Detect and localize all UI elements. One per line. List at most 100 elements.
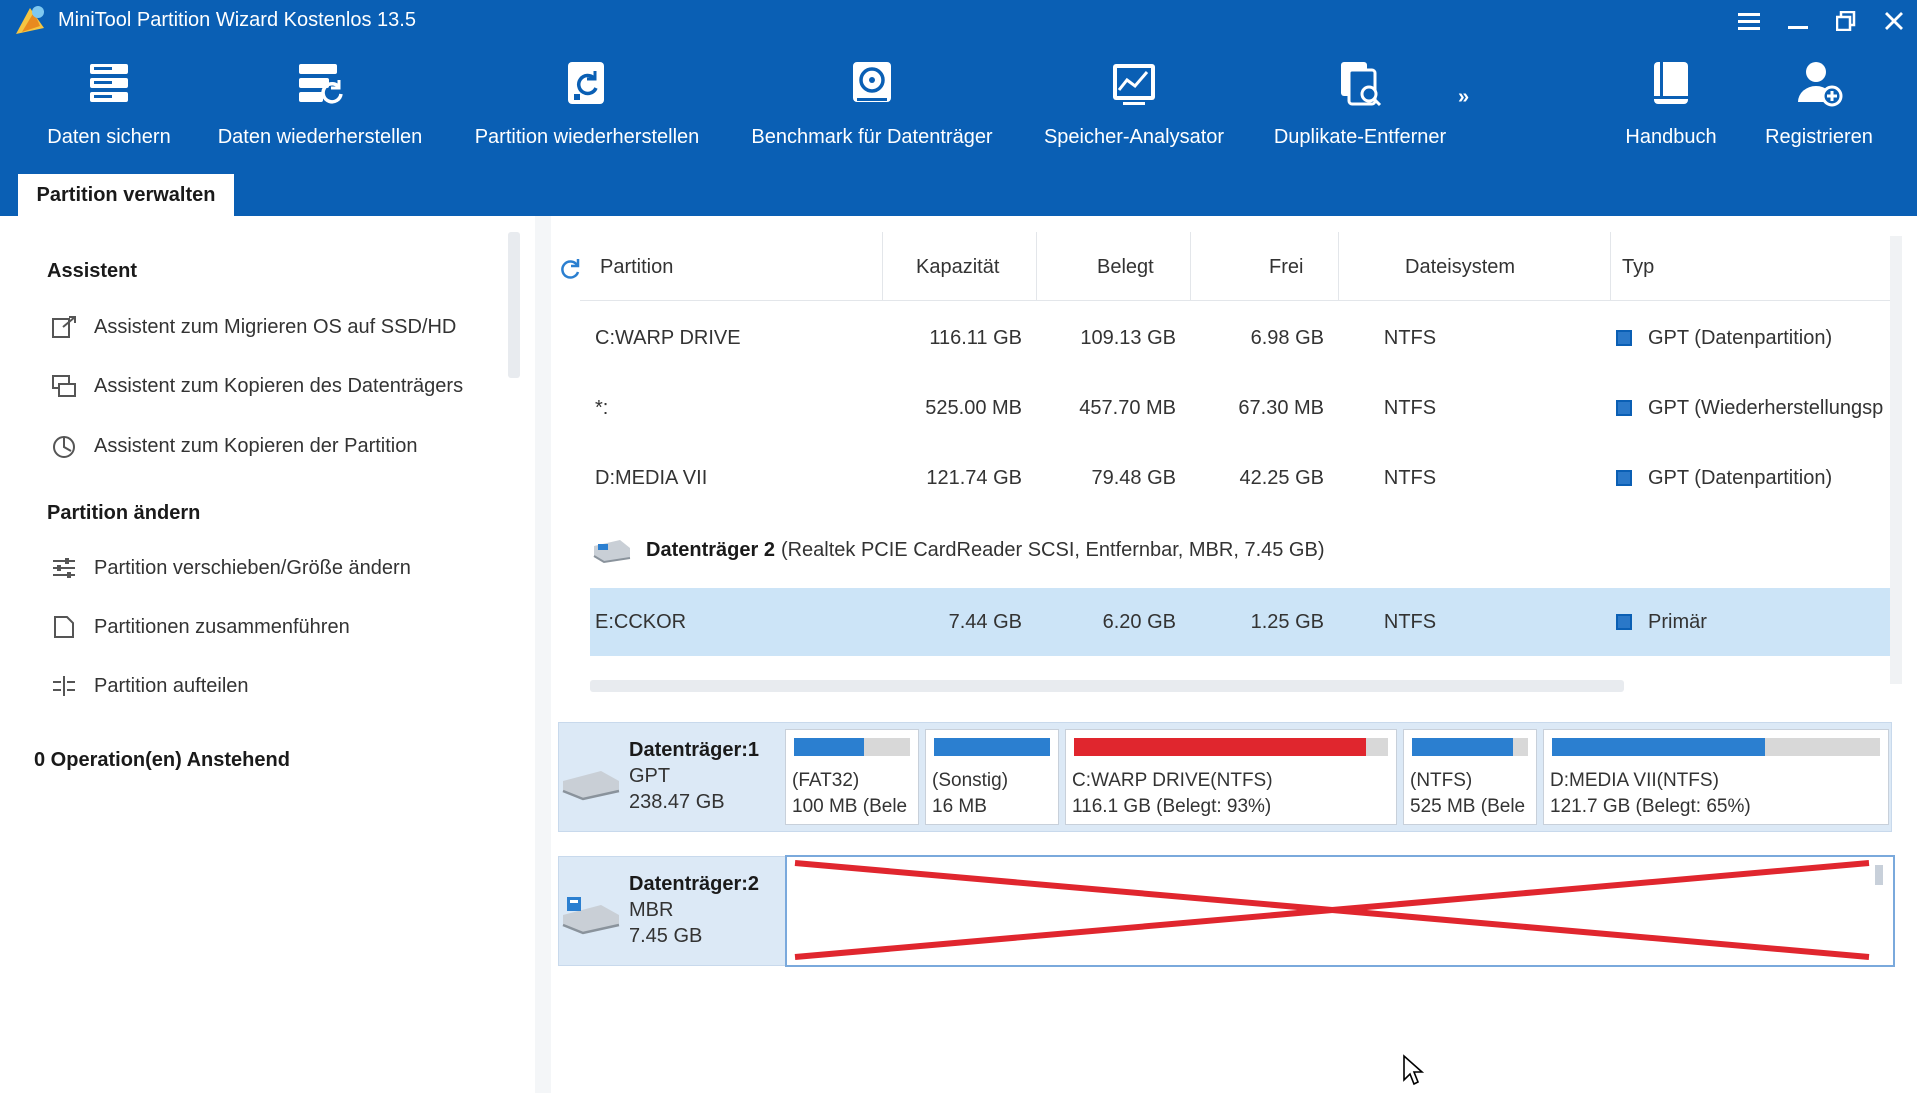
partition-block-label: (FAT32) bbox=[792, 770, 860, 791]
disk2-scroll-thumb[interactable] bbox=[1875, 865, 1883, 885]
disk1-info[interactable]: Datenträger:1 GPT 238.47 GB bbox=[559, 723, 785, 831]
column-header-partition[interactable]: Partition bbox=[600, 256, 673, 279]
disk-map-disk1[interactable]: Datenträger:1 GPT 238.47 GB (FAT32) 100 M… bbox=[558, 722, 1892, 832]
cell-type: Primär bbox=[1616, 588, 1707, 656]
title-bar: MiniTool Partition Wizard Kostenlos 13.5 bbox=[0, 0, 1917, 42]
mouse-cursor-icon bbox=[1403, 1054, 1425, 1086]
cell-used: 457.70 MB bbox=[1079, 396, 1176, 419]
table-row[interactable]: D:MEDIA VII 121.74 GB 79.48 GB 42.25 GB … bbox=[590, 444, 1892, 512]
table-horizontal-scrollbar[interactable] bbox=[590, 680, 1624, 692]
disk1-name: Datenträger:1 bbox=[629, 739, 760, 761]
toolbar-data-recovery-button[interactable]: Daten wiederherstellen bbox=[214, 58, 426, 158]
disk-name: Datenträger 2 bbox=[646, 538, 775, 561]
move-resize-icon bbox=[50, 554, 78, 582]
sidebar-item-move-resize[interactable]: Partition verschieben/Größe ändern bbox=[50, 553, 411, 583]
partition-block[interactable]: (Sonstig) 16 MB bbox=[925, 729, 1059, 825]
usage-bar-fill bbox=[1074, 738, 1367, 756]
column-header-filesystem[interactable]: Dateisystem bbox=[1405, 256, 1515, 279]
table-row[interactable]: C:WARP DRIVE 116.11 GB 109.13 GB 6.98 GB… bbox=[590, 304, 1892, 372]
sidebar-scrollbar[interactable] bbox=[508, 232, 520, 378]
table-row-selected[interactable]: E:CCKOR 7.44 GB 6.20 GB 1.25 GB NTFS Pri… bbox=[590, 588, 1892, 656]
disk-map-disk2[interactable]: Datenträger:2 MBR 7.45 GB bbox=[558, 855, 1895, 967]
sidebar-item-label: Partitionen zusammenführen bbox=[94, 615, 350, 638]
sidebar-item-label: Partition aufteilen bbox=[94, 674, 249, 697]
disk-header-row[interactable]: Datenträger 2 (Realtek PCIE CardReader S… bbox=[590, 530, 1892, 570]
cell-type: GPT (Datenpartition) bbox=[1616, 304, 1832, 372]
toolbar-more-button[interactable]: » bbox=[1458, 86, 1469, 109]
column-header-type[interactable]: Typ bbox=[1622, 256, 1654, 279]
disk2-info[interactable]: Datenträger:2 MBR 7.45 GB bbox=[559, 857, 785, 965]
merge-icon bbox=[50, 613, 78, 641]
cell-capacity: 116.11 GB bbox=[929, 326, 1022, 349]
cell-type: GPT (Wiederherstellungsp bbox=[1616, 374, 1892, 442]
cell-type-label: Primär bbox=[1648, 610, 1707, 633]
toolbar-manual-label: Handbuch bbox=[1625, 126, 1717, 148]
usage-bar bbox=[794, 738, 910, 756]
partition-block-label: C:WARP DRIVE(NTFS) bbox=[1072, 770, 1273, 791]
disk-drive-icon bbox=[593, 540, 631, 564]
minimize-icon bbox=[1788, 26, 1808, 29]
minimize-button[interactable] bbox=[1778, 4, 1818, 38]
sidebar-item-copy-disk[interactable]: Assistent zum Kopieren des Datenträgers bbox=[50, 371, 463, 401]
partition-block-size: 525 MB (Bele bbox=[1410, 796, 1526, 817]
table-row[interactable]: *: 525.00 MB 457.70 MB 67.30 MB NTFS GPT… bbox=[590, 374, 1892, 442]
partition-block[interactable]: (FAT32) 100 MB (Bele bbox=[785, 729, 919, 825]
sidebar-item-merge[interactable]: Partitionen zusammenführen bbox=[50, 612, 350, 642]
panel-divider[interactable] bbox=[535, 216, 551, 1093]
partition-block[interactable]: D:MEDIA VII(NTFS) 121.7 GB (Belegt: 65%) bbox=[1543, 729, 1889, 825]
sidebar-item-migrate-os[interactable]: Assistent zum Migrieren OS auf SSD/HD bbox=[50, 312, 456, 342]
cell-type-label: GPT (Wiederherstellungsp bbox=[1648, 396, 1884, 419]
toolbar-duplicate-finder-button[interactable]: Duplikate-Entferner bbox=[1262, 58, 1458, 158]
toolbar-space-analyzer-button[interactable]: Speicher-Analysator bbox=[1036, 58, 1232, 158]
toolbar-space-analyzer-label: Speicher-Analysator bbox=[1043, 126, 1225, 148]
space-analyzer-icon bbox=[1113, 64, 1155, 105]
disk2-name: Datenträger:2 bbox=[629, 873, 760, 895]
cell-partition: D:MEDIA VII bbox=[595, 466, 708, 489]
toolbar-backup-label: Daten sichern bbox=[47, 126, 171, 148]
disk-benchmark-icon bbox=[853, 62, 891, 102]
partition-block[interactable]: (NTFS) 525 MB (Bele bbox=[1403, 729, 1537, 825]
close-icon bbox=[1885, 12, 1903, 30]
toolbar-register-button[interactable]: Registrieren bbox=[1756, 58, 1882, 158]
column-separator bbox=[1610, 232, 1611, 300]
column-header-free[interactable]: Frei bbox=[1269, 256, 1303, 279]
column-header-used[interactable]: Belegt bbox=[1097, 256, 1154, 279]
tab-partition-management[interactable]: Partition verwalten bbox=[18, 174, 234, 216]
toolbar-data-recovery-label: Daten wiederherstellen bbox=[217, 126, 423, 148]
cell-type: GPT (Datenpartition) bbox=[1616, 444, 1832, 512]
table-vertical-scrollbar[interactable] bbox=[1890, 236, 1902, 684]
cell-free: 42.25 GB bbox=[1239, 466, 1324, 489]
sidebar-section-wizard: Assistent bbox=[47, 260, 138, 282]
cell-type-label: GPT (Datenpartition) bbox=[1648, 466, 1833, 489]
close-button[interactable] bbox=[1874, 4, 1914, 38]
removable-disk-icon bbox=[562, 897, 620, 935]
toolbar-manual-button[interactable]: Handbuch bbox=[1608, 58, 1734, 158]
restore-icon bbox=[1836, 11, 1856, 31]
restore-button[interactable] bbox=[1826, 4, 1866, 38]
cell-filesystem: NTFS bbox=[1383, 466, 1437, 489]
disk2-partition-area[interactable] bbox=[785, 855, 1895, 967]
partition-block-size: 121.7 GB (Belegt: 65%) bbox=[1550, 796, 1751, 817]
menu-button[interactable] bbox=[1729, 4, 1769, 38]
disk2-size: 7.45 GB bbox=[629, 925, 703, 947]
sidebar-item-copy-partition[interactable]: Assistent zum Kopieren der Partition bbox=[50, 431, 418, 461]
toolbar-partition-recovery-button[interactable]: Partition wiederherstellen bbox=[468, 58, 706, 158]
toolbar-benchmark-button[interactable]: Benchmark für Datenträger bbox=[744, 58, 1000, 158]
sidebar-item-split[interactable]: Partition aufteilen bbox=[50, 671, 249, 701]
cell-used: 79.48 GB bbox=[1091, 466, 1176, 489]
partition-block[interactable]: C:WARP DRIVE(NTFS) 116.1 GB (Belegt: 93%) bbox=[1065, 729, 1397, 825]
usage-bar-fill bbox=[934, 738, 1050, 756]
register-icon bbox=[1798, 62, 1843, 107]
cell-filesystem: NTFS bbox=[1383, 326, 1437, 349]
cell-capacity: 525.00 MB bbox=[925, 396, 1022, 419]
unavailable-cross-icon bbox=[794, 860, 1870, 960]
usage-bar-fill bbox=[1552, 738, 1766, 756]
sidebar-section-change-partition: Partition ändern bbox=[47, 502, 201, 524]
column-header-capacity[interactable]: Kapazität bbox=[916, 256, 999, 279]
cell-used: 6.20 GB bbox=[1102, 610, 1176, 633]
refresh-icon[interactable] bbox=[558, 257, 582, 281]
toolbar-backup-button[interactable]: Daten sichern bbox=[44, 58, 174, 158]
backup-icon bbox=[90, 64, 128, 102]
usage-bar bbox=[1412, 738, 1528, 756]
manual-icon bbox=[1654, 62, 1688, 104]
